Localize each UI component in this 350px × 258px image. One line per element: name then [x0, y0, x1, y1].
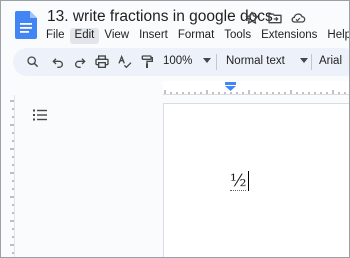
- ruler-page-area: [163, 81, 349, 95]
- docs-logo-icon[interactable]: [15, 11, 37, 39]
- toolbar: 100% Normal text Arial: [13, 48, 349, 76]
- menu-format[interactable]: Format: [173, 28, 219, 44]
- paragraph-style-select[interactable]: Normal text: [226, 55, 285, 67]
- ruler-ticks: [10, 100, 14, 254]
- search-icon[interactable]: [25, 54, 41, 70]
- print-icon[interactable]: [94, 54, 110, 70]
- chevron-down-icon[interactable]: [203, 58, 211, 64]
- menu-file[interactable]: File: [41, 28, 70, 44]
- document-outline-icon[interactable]: [33, 109, 47, 121]
- toolbar-divider: [311, 54, 312, 70]
- menu-tools[interactable]: Tools: [219, 28, 256, 44]
- redo-icon[interactable]: [72, 54, 88, 70]
- undo-icon[interactable]: [50, 54, 66, 70]
- document-page[interactable]: ½: [163, 103, 349, 257]
- document-title[interactable]: 13. write fractions in google docs: [47, 8, 273, 26]
- menu-help[interactable]: Help: [322, 28, 349, 44]
- text-cursor: [248, 171, 249, 191]
- spellcheck-icon[interactable]: [117, 54, 133, 70]
- paint-format-icon[interactable]: [139, 54, 155, 70]
- menu-edit[interactable]: Edit: [69, 28, 100, 44]
- move-folder-icon[interactable]: [267, 10, 283, 26]
- menu-view[interactable]: View: [99, 28, 134, 44]
- title-bar: 13. write fractions in google docs File …: [1, 1, 349, 47]
- zoom-select[interactable]: 100%: [163, 55, 192, 67]
- toolbar-divider: [216, 54, 217, 70]
- star-icon[interactable]: [244, 10, 260, 26]
- document-canvas: ½: [15, 95, 349, 257]
- menu-bar: File Edit View Insert Format Tools Exten…: [41, 28, 349, 44]
- chevron-down-icon[interactable]: [300, 58, 308, 64]
- menu-insert[interactable]: Insert: [134, 28, 173, 44]
- left-indent-marker[interactable]: [225, 86, 236, 91]
- first-line-indent-marker[interactable]: [225, 82, 236, 85]
- vertical-ruler[interactable]: [1, 95, 15, 257]
- font-select[interactable]: Arial: [319, 55, 342, 67]
- ruler-ticks: [164, 82, 346, 94]
- docs-window: 13. write fractions in google docs File …: [0, 0, 350, 258]
- horizontal-ruler[interactable]: [1, 81, 349, 95]
- cloud-saved-icon[interactable]: [290, 10, 306, 26]
- fraction-text[interactable]: ½: [230, 172, 247, 191]
- menu-extensions[interactable]: Extensions: [256, 28, 322, 44]
